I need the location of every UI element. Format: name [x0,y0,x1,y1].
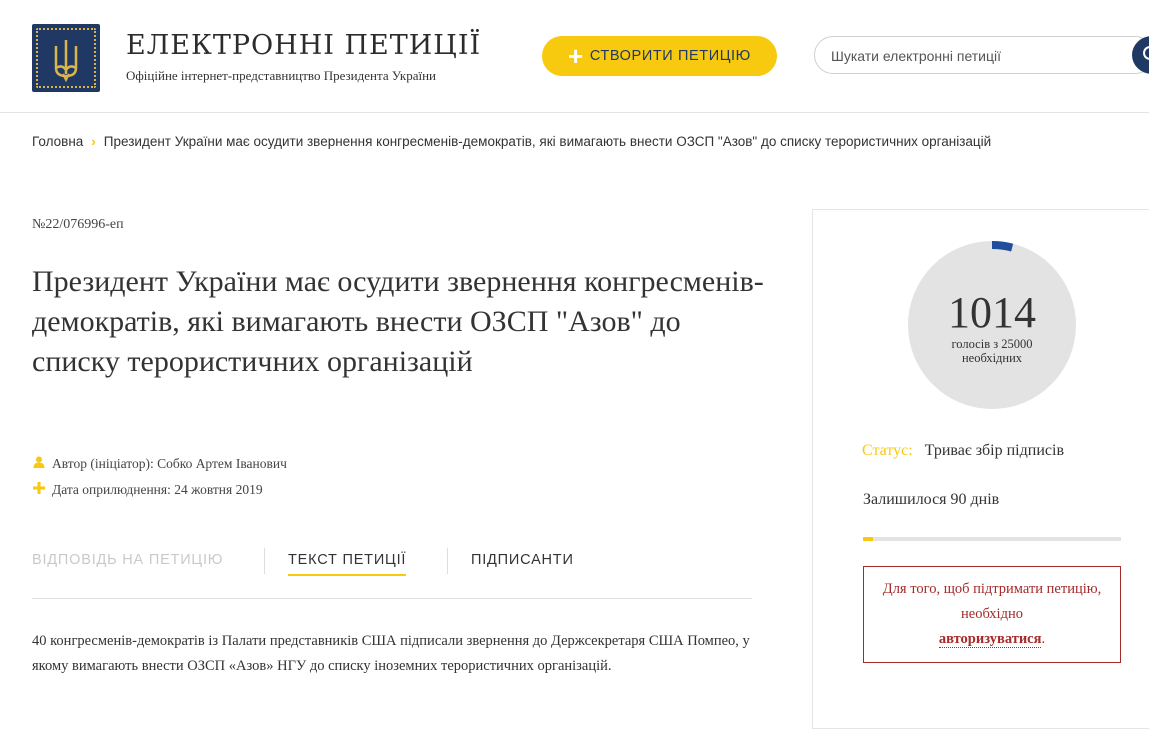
petition-number: №22/076996-еп [32,217,124,232]
petition-tabs: ВІДПОВІДЬ НА ПЕТИЦІЮ ТЕКСТ ПЕТИЦІЇ ПІДПИ… [32,548,752,599]
create-petition-button[interactable]: + СТВОРИТИ ПЕТИЦІЮ [542,36,777,76]
auth-notice: Для того, щоб підтримати петицію, необхі… [863,566,1121,663]
days-left: Залишилося 90 днів [863,491,1000,508]
create-petition-label: СТВОРИТИ ПЕТИЦІЮ [589,48,751,64]
status-label: Статус: [862,442,913,459]
plus-icon: + [568,41,584,71]
petition-body: 40 конгресменів-демократів із Палати пре… [32,633,750,674]
tab-signers[interactable]: ПІДПИСАНТИ [471,552,574,574]
status-value: Триває збір підписів [924,442,1064,459]
tab-divider [447,548,448,574]
user-icon [32,456,46,472]
login-link[interactable]: авторизуватися [938,631,1042,648]
search-icon [1143,46,1149,60]
chevron-right-icon: › [91,134,96,149]
tab-divider [264,548,265,574]
petition-date: Дата оприлюднення: 24 жовтня 2019 [32,482,263,498]
days-progress-bar [863,537,1121,541]
petition-status: Статус: Триває збір підписів [862,442,1064,460]
breadcrumb-home[interactable]: Головна [32,134,83,149]
author-text: Автор (ініціатор): Собко Артем Іванович [52,456,287,471]
plus-icon [32,482,46,498]
site-header: ЕЛЕКТРОННІ ПЕТИЦІЇ Офіційне інтернет-пре… [0,0,1149,113]
votes-needed: голосів з 25000 необхідних [951,337,1033,365]
tab-response[interactable]: ВІДПОВІДЬ НА ПЕТИЦІЮ [32,552,223,574]
petition-author: Автор (ініціатор): Собко Артем Іванович [32,456,287,472]
votes-count: 1014 [948,288,1036,337]
site-title[interactable]: ЕЛЕКТРОННІ ПЕТИЦІЇ [126,30,481,61]
search-button[interactable] [1132,36,1149,74]
search-input[interactable] [829,45,1123,67]
breadcrumb: Головна › Президент України має осудити зв… [32,134,991,149]
breadcrumb-current: Президент України має осудити звернення … [103,134,992,149]
trident-logo-icon[interactable] [32,24,100,92]
auth-end: . [1041,631,1046,647]
tab-petition-text[interactable]: ТЕКСТ ПЕТИЦІЇ [288,552,407,576]
date-text: Дата оприлюднення: 24 жовтня 2019 [52,482,263,497]
search-box [814,36,1149,74]
days-progress-fill [863,537,874,541]
auth-text: Для того, щоб підтримати петицію, необхі… [882,581,1102,622]
site-subtitle: Офіційне інтернет-представництво Президе… [126,68,437,83]
votes-counter: 1014 голосів з 25000 необхідних [906,239,1078,411]
petition-title: Президент України має осудити звернення … [32,265,764,378]
